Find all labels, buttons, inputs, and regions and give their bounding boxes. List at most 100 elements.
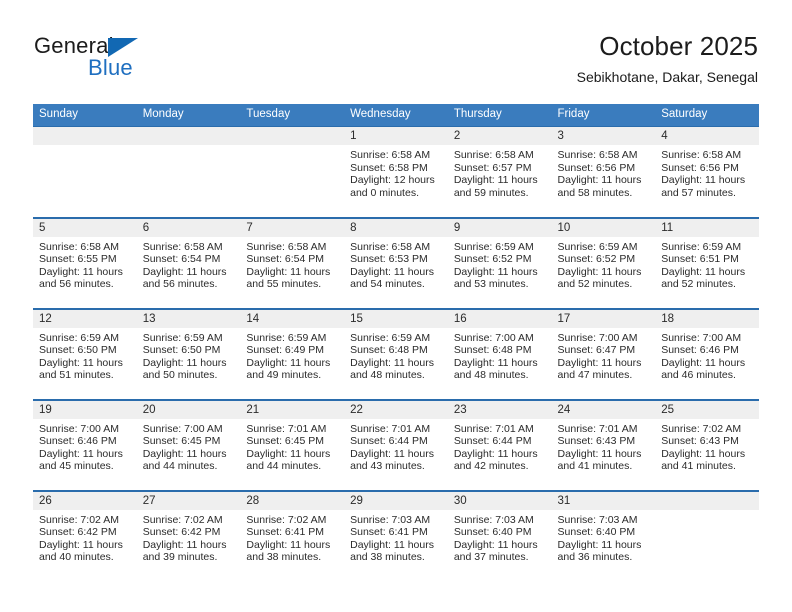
day-details: Sunrise: 7:01 AM Sunset: 6:45 PM Dayligh… <box>246 422 331 473</box>
day-cell[interactable]: 20 Sunrise: 7:00 AM Sunset: 6:45 PM Dayli… <box>136 398 241 491</box>
day-cell[interactable]: 13 Sunrise: 6:59 AM Sunset: 6:50 PM Dayli… <box>136 307 241 400</box>
day-cell[interactable]: 28 Sunrise: 7:02 AM Sunset: 6:41 PM Dayli… <box>240 489 345 582</box>
day-number: 24 <box>551 400 656 419</box>
calendar-table: Sunday Monday Tuesday Wednesday Thursday… <box>33 104 759 582</box>
day-cell[interactable] <box>240 126 345 218</box>
day-number: 11 <box>655 218 759 237</box>
day-number: 6 <box>136 218 241 237</box>
day-number: 23 <box>447 400 552 419</box>
day-number: 25 <box>655 400 759 419</box>
day-cell[interactable]: 14 Sunrise: 6:59 AM Sunset: 6:49 PM Dayli… <box>240 307 345 400</box>
day-cell[interactable]: 17 Sunrise: 7:00 AM Sunset: 6:47 PM Dayli… <box>551 307 656 400</box>
day-number: 3 <box>551 127 656 145</box>
day-details: Sunrise: 6:59 AM Sunset: 6:52 PM Dayligh… <box>453 240 538 291</box>
day-cell[interactable]: 23 Sunrise: 7:01 AM Sunset: 6:44 PM Dayli… <box>447 398 552 491</box>
day-cell[interactable]: 29 Sunrise: 7:03 AM Sunset: 6:41 PM Dayli… <box>344 489 448 582</box>
day-details: Sunrise: 7:01 AM Sunset: 6:44 PM Dayligh… <box>453 422 538 473</box>
day-number: 16 <box>447 309 552 328</box>
day-cell[interactable] <box>136 126 241 218</box>
day-number <box>655 491 759 510</box>
day-cell[interactable]: 4 Sunrise: 6:58 AM Sunset: 6:56 PM Daylig… <box>655 126 759 218</box>
day-cell[interactable]: 31 Sunrise: 7:03 AM Sunset: 6:40 PM Dayli… <box>551 489 656 582</box>
day-cell[interactable] <box>655 489 759 582</box>
day-cell[interactable]: 18 Sunrise: 7:00 AM Sunset: 6:46 PM Dayli… <box>655 307 759 400</box>
day-details: Sunrise: 7:01 AM Sunset: 6:44 PM Dayligh… <box>350 422 434 473</box>
day-number: 15 <box>344 309 448 328</box>
weekday-header-monday: Monday <box>136 104 241 127</box>
day-details: Sunrise: 6:58 AM Sunset: 6:56 PM Dayligh… <box>661 149 746 199</box>
day-cell[interactable]: 6 Sunrise: 6:58 AM Sunset: 6:54 PM Daylig… <box>136 216 241 309</box>
day-cell[interactable]: 21 Sunrise: 7:01 AM Sunset: 6:45 PM Dayli… <box>240 398 345 491</box>
weekday-header-tuesday: Tuesday <box>240 104 345 127</box>
general-blue-logo[interactable]: General Blue <box>34 34 214 92</box>
day-cell[interactable]: 9 Sunrise: 6:59 AM Sunset: 6:52 PM Daylig… <box>447 216 552 309</box>
day-number: 27 <box>136 491 241 510</box>
day-number: 21 <box>240 400 345 419</box>
weekday-header-friday: Friday <box>551 104 656 127</box>
day-number: 29 <box>344 491 448 510</box>
calendar-week-row: 1 Sunrise: 6:58 AM Sunset: 6:58 PM Daylig… <box>33 126 759 218</box>
day-cell[interactable]: 10 Sunrise: 6:59 AM Sunset: 6:52 PM Dayli… <box>551 216 656 309</box>
title-block: October 2025 Sebikhotane, Dakar, Senegal <box>577 30 758 85</box>
calendar-page: General Blue October 2025 Sebikhotane, D… <box>0 0 792 612</box>
day-cell[interactable] <box>33 126 137 218</box>
day-details: Sunrise: 6:58 AM Sunset: 6:55 PM Dayligh… <box>39 240 123 291</box>
day-cell[interactable]: 26 Sunrise: 7:02 AM Sunset: 6:42 PM Dayli… <box>33 489 137 582</box>
day-cell[interactable]: 7 Sunrise: 6:58 AM Sunset: 6:54 PM Daylig… <box>240 216 345 309</box>
day-details: Sunrise: 7:00 AM Sunset: 6:46 PM Dayligh… <box>39 422 123 473</box>
day-cell[interactable]: 3 Sunrise: 6:58 AM Sunset: 6:56 PM Daylig… <box>551 126 656 218</box>
calendar-week-row: 12 Sunrise: 6:59 AM Sunset: 6:50 PM Dayli… <box>33 307 759 400</box>
page-header: General Blue October 2025 Sebikhotane, D… <box>0 0 792 104</box>
day-details: Sunrise: 7:00 AM Sunset: 6:45 PM Dayligh… <box>142 422 227 473</box>
day-details: Sunrise: 7:02 AM Sunset: 6:41 PM Dayligh… <box>246 513 331 564</box>
day-number: 5 <box>33 218 137 237</box>
weekday-header-saturday: Saturday <box>655 104 759 127</box>
day-number: 10 <box>551 218 656 237</box>
calendar-week-row: 5 Sunrise: 6:58 AM Sunset: 6:55 PM Daylig… <box>33 216 759 309</box>
day-cell[interactable]: 8 Sunrise: 6:58 AM Sunset: 6:53 PM Daylig… <box>344 216 448 309</box>
day-cell[interactable]: 2 Sunrise: 6:58 AM Sunset: 6:57 PM Daylig… <box>447 126 552 218</box>
day-details: Sunrise: 7:02 AM Sunset: 6:42 PM Dayligh… <box>39 513 123 564</box>
day-cell[interactable]: 22 Sunrise: 7:01 AM Sunset: 6:44 PM Dayli… <box>344 398 448 491</box>
day-details: Sunrise: 6:58 AM Sunset: 6:58 PM Dayligh… <box>350 149 435 199</box>
day-details: Sunrise: 7:03 AM Sunset: 6:41 PM Dayligh… <box>350 513 434 564</box>
day-number: 9 <box>447 218 552 237</box>
day-cell[interactable]: 12 Sunrise: 6:59 AM Sunset: 6:50 PM Dayli… <box>33 307 137 400</box>
day-cell[interactable]: 11 Sunrise: 6:59 AM Sunset: 6:51 PM Dayli… <box>655 216 759 309</box>
day-number: 31 <box>551 491 656 510</box>
calendar-week-row: 19 Sunrise: 7:00 AM Sunset: 6:46 PM Dayli… <box>33 398 759 491</box>
day-details: Sunrise: 6:59 AM Sunset: 6:52 PM Dayligh… <box>557 240 642 291</box>
day-details: Sunrise: 7:01 AM Sunset: 6:43 PM Dayligh… <box>557 422 642 473</box>
day-cell[interactable]: 1 Sunrise: 6:58 AM Sunset: 6:58 PM Daylig… <box>344 126 448 218</box>
day-number <box>136 127 241 145</box>
calendar-week-row: 26 Sunrise: 7:02 AM Sunset: 6:42 PM Dayli… <box>33 489 759 582</box>
day-cell[interactable]: 30 Sunrise: 7:03 AM Sunset: 6:40 PM Dayli… <box>447 489 552 582</box>
weekday-header-row: Sunday Monday Tuesday Wednesday Thursday… <box>33 104 759 127</box>
day-number: 1 <box>344 127 448 145</box>
day-cell[interactable]: 5 Sunrise: 6:58 AM Sunset: 6:55 PM Daylig… <box>33 216 137 309</box>
day-cell[interactable]: 19 Sunrise: 7:00 AM Sunset: 6:46 PM Dayli… <box>33 398 137 491</box>
day-number: 17 <box>551 309 656 328</box>
day-cell[interactable]: 16 Sunrise: 7:00 AM Sunset: 6:48 PM Dayli… <box>447 307 552 400</box>
day-number: 22 <box>344 400 448 419</box>
day-cell[interactable]: 27 Sunrise: 7:02 AM Sunset: 6:42 PM Dayli… <box>136 489 241 582</box>
day-details: Sunrise: 6:58 AM Sunset: 6:57 PM Dayligh… <box>453 149 538 199</box>
day-details: Sunrise: 6:58 AM Sunset: 6:54 PM Dayligh… <box>142 240 227 291</box>
page-subtitle: Sebikhotane, Dakar, Senegal <box>576 69 758 85</box>
day-details: Sunrise: 7:03 AM Sunset: 6:40 PM Dayligh… <box>453 513 538 564</box>
day-details: Sunrise: 6:58 AM Sunset: 6:53 PM Dayligh… <box>350 240 434 291</box>
day-cell[interactable]: 15 Sunrise: 6:59 AM Sunset: 6:48 PM Dayli… <box>344 307 448 400</box>
day-details: Sunrise: 7:02 AM Sunset: 6:42 PM Dayligh… <box>142 513 227 564</box>
day-cell[interactable]: 24 Sunrise: 7:01 AM Sunset: 6:43 PM Dayli… <box>551 398 656 491</box>
weekday-header-thursday: Thursday <box>447 104 552 127</box>
day-number: 26 <box>33 491 137 510</box>
day-number: 20 <box>136 400 241 419</box>
day-details: Sunrise: 6:59 AM Sunset: 6:50 PM Dayligh… <box>39 331 123 382</box>
day-details: Sunrise: 6:58 AM Sunset: 6:56 PM Dayligh… <box>557 149 642 199</box>
day-cell[interactable]: 25 Sunrise: 7:02 AM Sunset: 6:43 PM Dayli… <box>655 398 759 491</box>
day-number: 8 <box>344 218 448 237</box>
weekday-header-wednesday: Wednesday <box>344 104 448 127</box>
day-details: Sunrise: 7:00 AM Sunset: 6:46 PM Dayligh… <box>661 331 746 382</box>
day-number: 30 <box>447 491 552 510</box>
day-details: Sunrise: 6:58 AM Sunset: 6:54 PM Dayligh… <box>246 240 331 291</box>
